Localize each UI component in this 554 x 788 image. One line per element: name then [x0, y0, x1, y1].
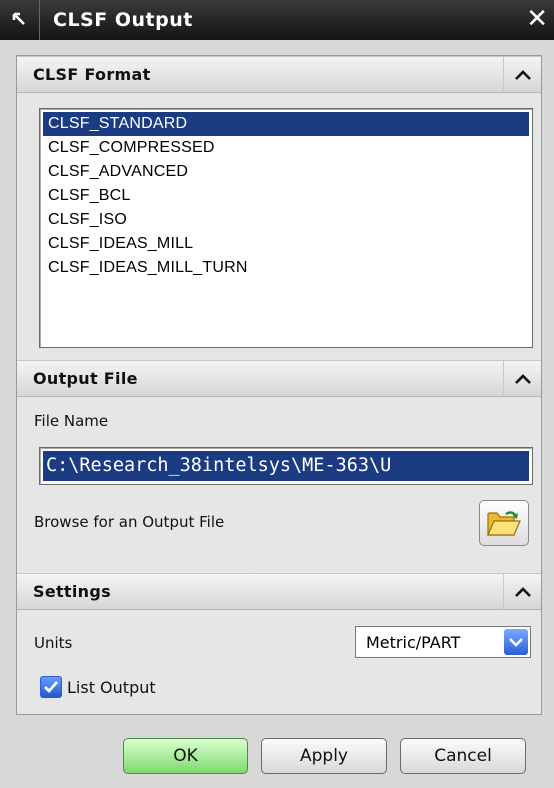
list-item[interactable]: CLSF_IDEAS_MILL_TURN — [43, 256, 529, 280]
file-name-value: C:\Research_38intelsys\ME-363\U — [43, 451, 529, 481]
close-icon[interactable]: ✕ — [526, 4, 548, 34]
section-header-output-file[interactable]: Output File — [17, 360, 541, 397]
browse-label: Browse for an Output File — [34, 513, 225, 531]
units-label: Units — [34, 634, 73, 652]
window-title: CLSF Output — [53, 9, 193, 31]
units-value: Metric/PART — [366, 632, 461, 652]
list-item[interactable]: CLSF_BCL — [43, 184, 529, 208]
list-item[interactable]: CLSF_COMPRESSED — [43, 136, 529, 160]
section-header-clsf-format[interactable]: CLSF Format — [17, 56, 541, 93]
dialog-body: CLSF Format CLSF_STANDARD CLSF_COMPRESSE… — [16, 55, 542, 715]
list-item[interactable]: CLSF_IDEAS_MILL — [43, 232, 529, 256]
pin-icon[interactable] — [0, 0, 40, 40]
folder-open-icon — [487, 511, 521, 536]
list-item[interactable]: CLSF_ISO — [43, 208, 529, 232]
apply-button[interactable]: Apply — [261, 738, 387, 774]
list-output-row[interactable]: List Output — [40, 676, 156, 698]
ok-button[interactable]: OK — [123, 738, 248, 774]
chevron-up-icon[interactable] — [503, 574, 541, 610]
section-label: CLSF Format — [33, 65, 151, 84]
list-output-label: List Output — [67, 677, 156, 697]
clsf-format-list[interactable]: CLSF_STANDARD CLSF_COMPRESSED CLSF_ADVAN… — [39, 108, 533, 348]
units-select[interactable]: Metric/PART — [355, 626, 531, 658]
browse-button[interactable] — [479, 500, 529, 546]
section-header-settings[interactable]: Settings — [17, 573, 541, 610]
section-label: Output File — [33, 369, 138, 388]
checkmark-icon — [44, 681, 59, 694]
section-label: Settings — [33, 582, 111, 601]
chevron-up-icon[interactable] — [503, 361, 541, 397]
chevron-down-icon[interactable] — [504, 629, 528, 655]
cancel-button[interactable]: Cancel — [400, 738, 526, 774]
list-output-checkbox[interactable] — [40, 676, 62, 698]
file-name-input[interactable]: C:\Research_38intelsys\ME-363\U — [39, 447, 533, 485]
list-item[interactable]: CLSF_ADVANCED — [43, 160, 529, 184]
title-bar: CLSF Output ✕ — [0, 0, 554, 40]
chevron-up-icon[interactable] — [503, 57, 541, 93]
file-name-label: File Name — [34, 412, 109, 430]
list-item[interactable]: CLSF_STANDARD — [43, 112, 529, 136]
